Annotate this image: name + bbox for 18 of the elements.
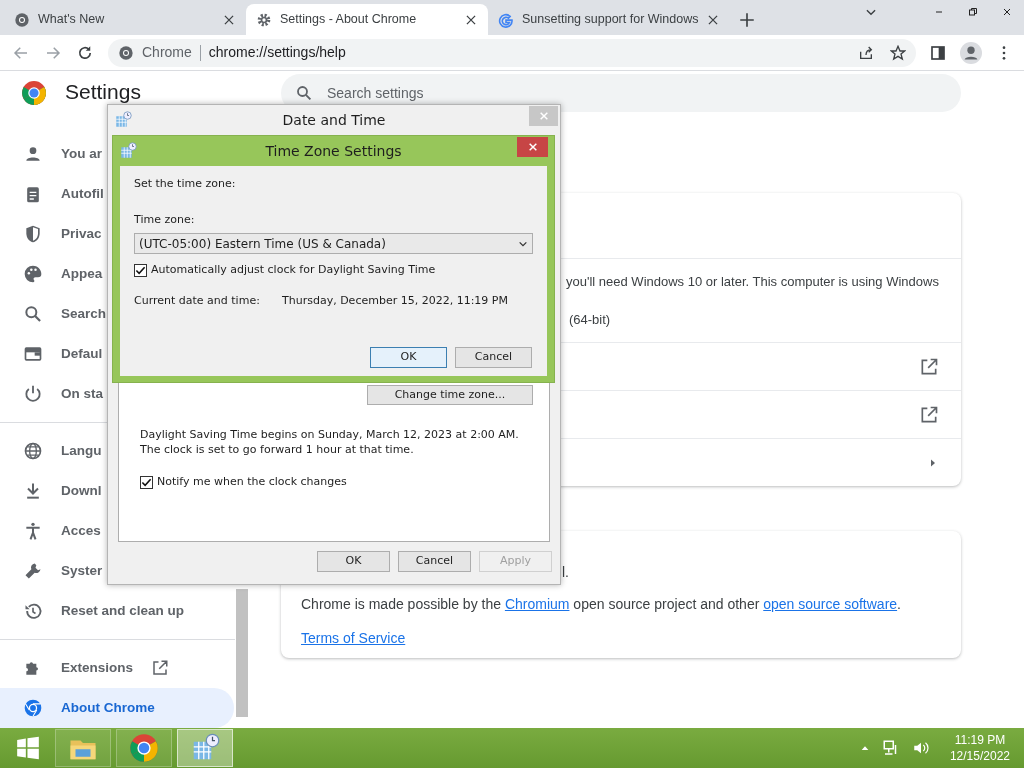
info-text: you'll need Windows 10 or later. This computer is using Windows	[566, 273, 939, 291]
window-title: Time Zone Settings	[265, 141, 402, 161]
version-text: (64-bit)	[568, 310, 611, 329]
tab-title: What's New	[38, 11, 106, 29]
disabled-button: Apply	[479, 551, 552, 572]
text-fragment: l.	[561, 564, 570, 580]
site-label: Chrome	[142, 43, 192, 62]
page-title: Settings	[65, 80, 141, 104]
credits-text: Chrome is made possible by the Chromium open source project and other open source software.	[301, 596, 902, 612]
tab-title: Settings - About Chrome	[280, 11, 418, 29]
url-text: chrome://settings/help	[208, 43, 346, 62]
prompt-text: Set the time zone:	[134, 176, 237, 192]
field-label: Current date and time:	[134, 292, 261, 309]
date-time-value: Thursday, December 15, 2022, 11:19 PM	[282, 292, 508, 309]
dst-message: Daylight Saving Time begins on Sunday, March 12, 2023 at 2:00 AM. The clock is set to go forward 1 hour at that time.	[140, 427, 520, 457]
tab-title: Sunsetting support for Windows	[522, 11, 699, 29]
window-title: Date and Time	[282, 110, 386, 130]
field-label: Time zone:	[134, 211, 196, 228]
